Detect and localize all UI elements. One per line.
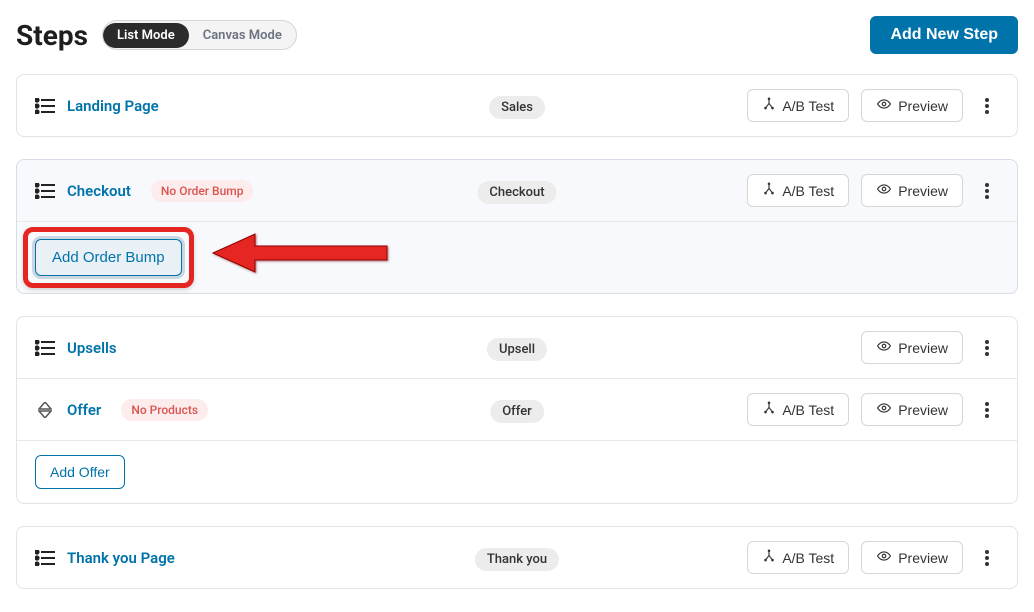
mode-list[interactable]: List Mode (103, 23, 189, 48)
eye-icon (876, 182, 892, 199)
more-menu-icon[interactable] (975, 398, 999, 422)
split-icon (762, 401, 776, 418)
preview-label: Preview (898, 98, 948, 114)
eye-icon (876, 339, 892, 356)
preview-button[interactable]: Preview (861, 89, 963, 122)
add-order-bump-button[interactable]: Add Order Bump (35, 239, 182, 276)
step-row: Landing Page Sales A/B Test Preview (17, 75, 1017, 136)
step-tag: Checkout (477, 181, 556, 204)
step-card-checkout: Checkout No Order Bump Checkout A/B Test… (16, 159, 1018, 294)
preview-label: Preview (898, 550, 948, 566)
more-menu-icon[interactable] (975, 336, 999, 360)
preview-button[interactable]: Preview (861, 393, 963, 426)
drag-handle-icon[interactable] (35, 550, 55, 566)
preview-label: Preview (898, 183, 948, 199)
preview-button[interactable]: Preview (861, 331, 963, 364)
preview-button[interactable]: Preview (861, 174, 963, 207)
step-actions: A/B Test Preview (747, 393, 999, 426)
step-row: Checkout No Order Bump Checkout A/B Test… (17, 160, 1017, 221)
ab-test-label: A/B Test (782, 402, 834, 418)
warning-pill: No Order Bump (151, 180, 254, 202)
mode-canvas[interactable]: Canvas Mode (189, 23, 296, 48)
step-card-upsells: Upsells Upsell Preview Offer No Products… (16, 316, 1018, 504)
add-offer-button[interactable]: Add Offer (35, 455, 125, 489)
step-actions: A/B Test Preview (747, 541, 999, 574)
preview-button[interactable]: Preview (861, 541, 963, 574)
split-icon (762, 182, 776, 199)
add-new-step-button[interactable]: Add New Step (870, 16, 1018, 54)
ab-test-button[interactable]: A/B Test (747, 541, 849, 574)
ab-test-button[interactable]: A/B Test (747, 89, 849, 122)
step-actions: A/B Test Preview (747, 89, 999, 122)
more-menu-icon[interactable] (975, 546, 999, 570)
upsells-footer-row: Add Offer (17, 440, 1017, 503)
step-link-checkout[interactable]: Checkout (67, 182, 131, 200)
step-card-thankyou: Thank you Page Thank you A/B Test Previe… (16, 526, 1018, 589)
step-tag: Thank you (475, 548, 559, 571)
step-link-offer[interactable]: Offer (67, 401, 101, 419)
eye-icon (876, 401, 892, 418)
step-link-upsells[interactable]: Upsells (67, 339, 117, 357)
step-link-landing[interactable]: Landing Page (67, 97, 159, 115)
view-mode-toggle: List Mode Canvas Mode (102, 20, 297, 50)
step-card-landing: Landing Page Sales A/B Test Preview (16, 74, 1018, 137)
ab-test-label: A/B Test (782, 98, 834, 114)
header-left: Steps List Mode Canvas Mode (16, 19, 297, 52)
split-icon (762, 97, 776, 114)
checkout-subrow: Add Order Bump (17, 221, 1017, 293)
step-actions: Preview (861, 331, 999, 364)
arrow-annotation-icon (207, 228, 397, 282)
drag-handle-icon[interactable] (35, 98, 55, 114)
preview-label: Preview (898, 340, 948, 356)
preview-label: Preview (898, 402, 948, 418)
eye-icon (876, 97, 892, 114)
step-tag: Offer (490, 400, 544, 423)
step-link-thankyou[interactable]: Thank you Page (67, 549, 175, 567)
warning-pill: No Products (121, 399, 208, 421)
drag-handle-icon[interactable] (35, 183, 55, 199)
split-icon (762, 549, 776, 566)
step-actions: A/B Test Preview (747, 174, 999, 207)
eye-icon (876, 549, 892, 566)
step-tag: Upsell (487, 338, 547, 361)
ab-test-label: A/B Test (782, 183, 834, 199)
reorder-icon[interactable] (35, 402, 55, 418)
more-menu-icon[interactable] (975, 94, 999, 118)
ab-test-label: A/B Test (782, 550, 834, 566)
add-order-bump-callout: Add Order Bump (35, 239, 182, 276)
step-row-offer: Offer No Products Offer A/B Test Preview (17, 378, 1017, 440)
step-row: Upsells Upsell Preview (17, 317, 1017, 378)
drag-handle-icon[interactable] (35, 340, 55, 356)
step-tag: Sales (489, 96, 545, 119)
page-title: Steps (16, 19, 88, 52)
ab-test-button[interactable]: A/B Test (747, 174, 849, 207)
step-row: Thank you Page Thank you A/B Test Previe… (17, 527, 1017, 588)
page-header: Steps List Mode Canvas Mode Add New Step (16, 16, 1018, 54)
ab-test-button[interactable]: A/B Test (747, 393, 849, 426)
more-menu-icon[interactable] (975, 179, 999, 203)
